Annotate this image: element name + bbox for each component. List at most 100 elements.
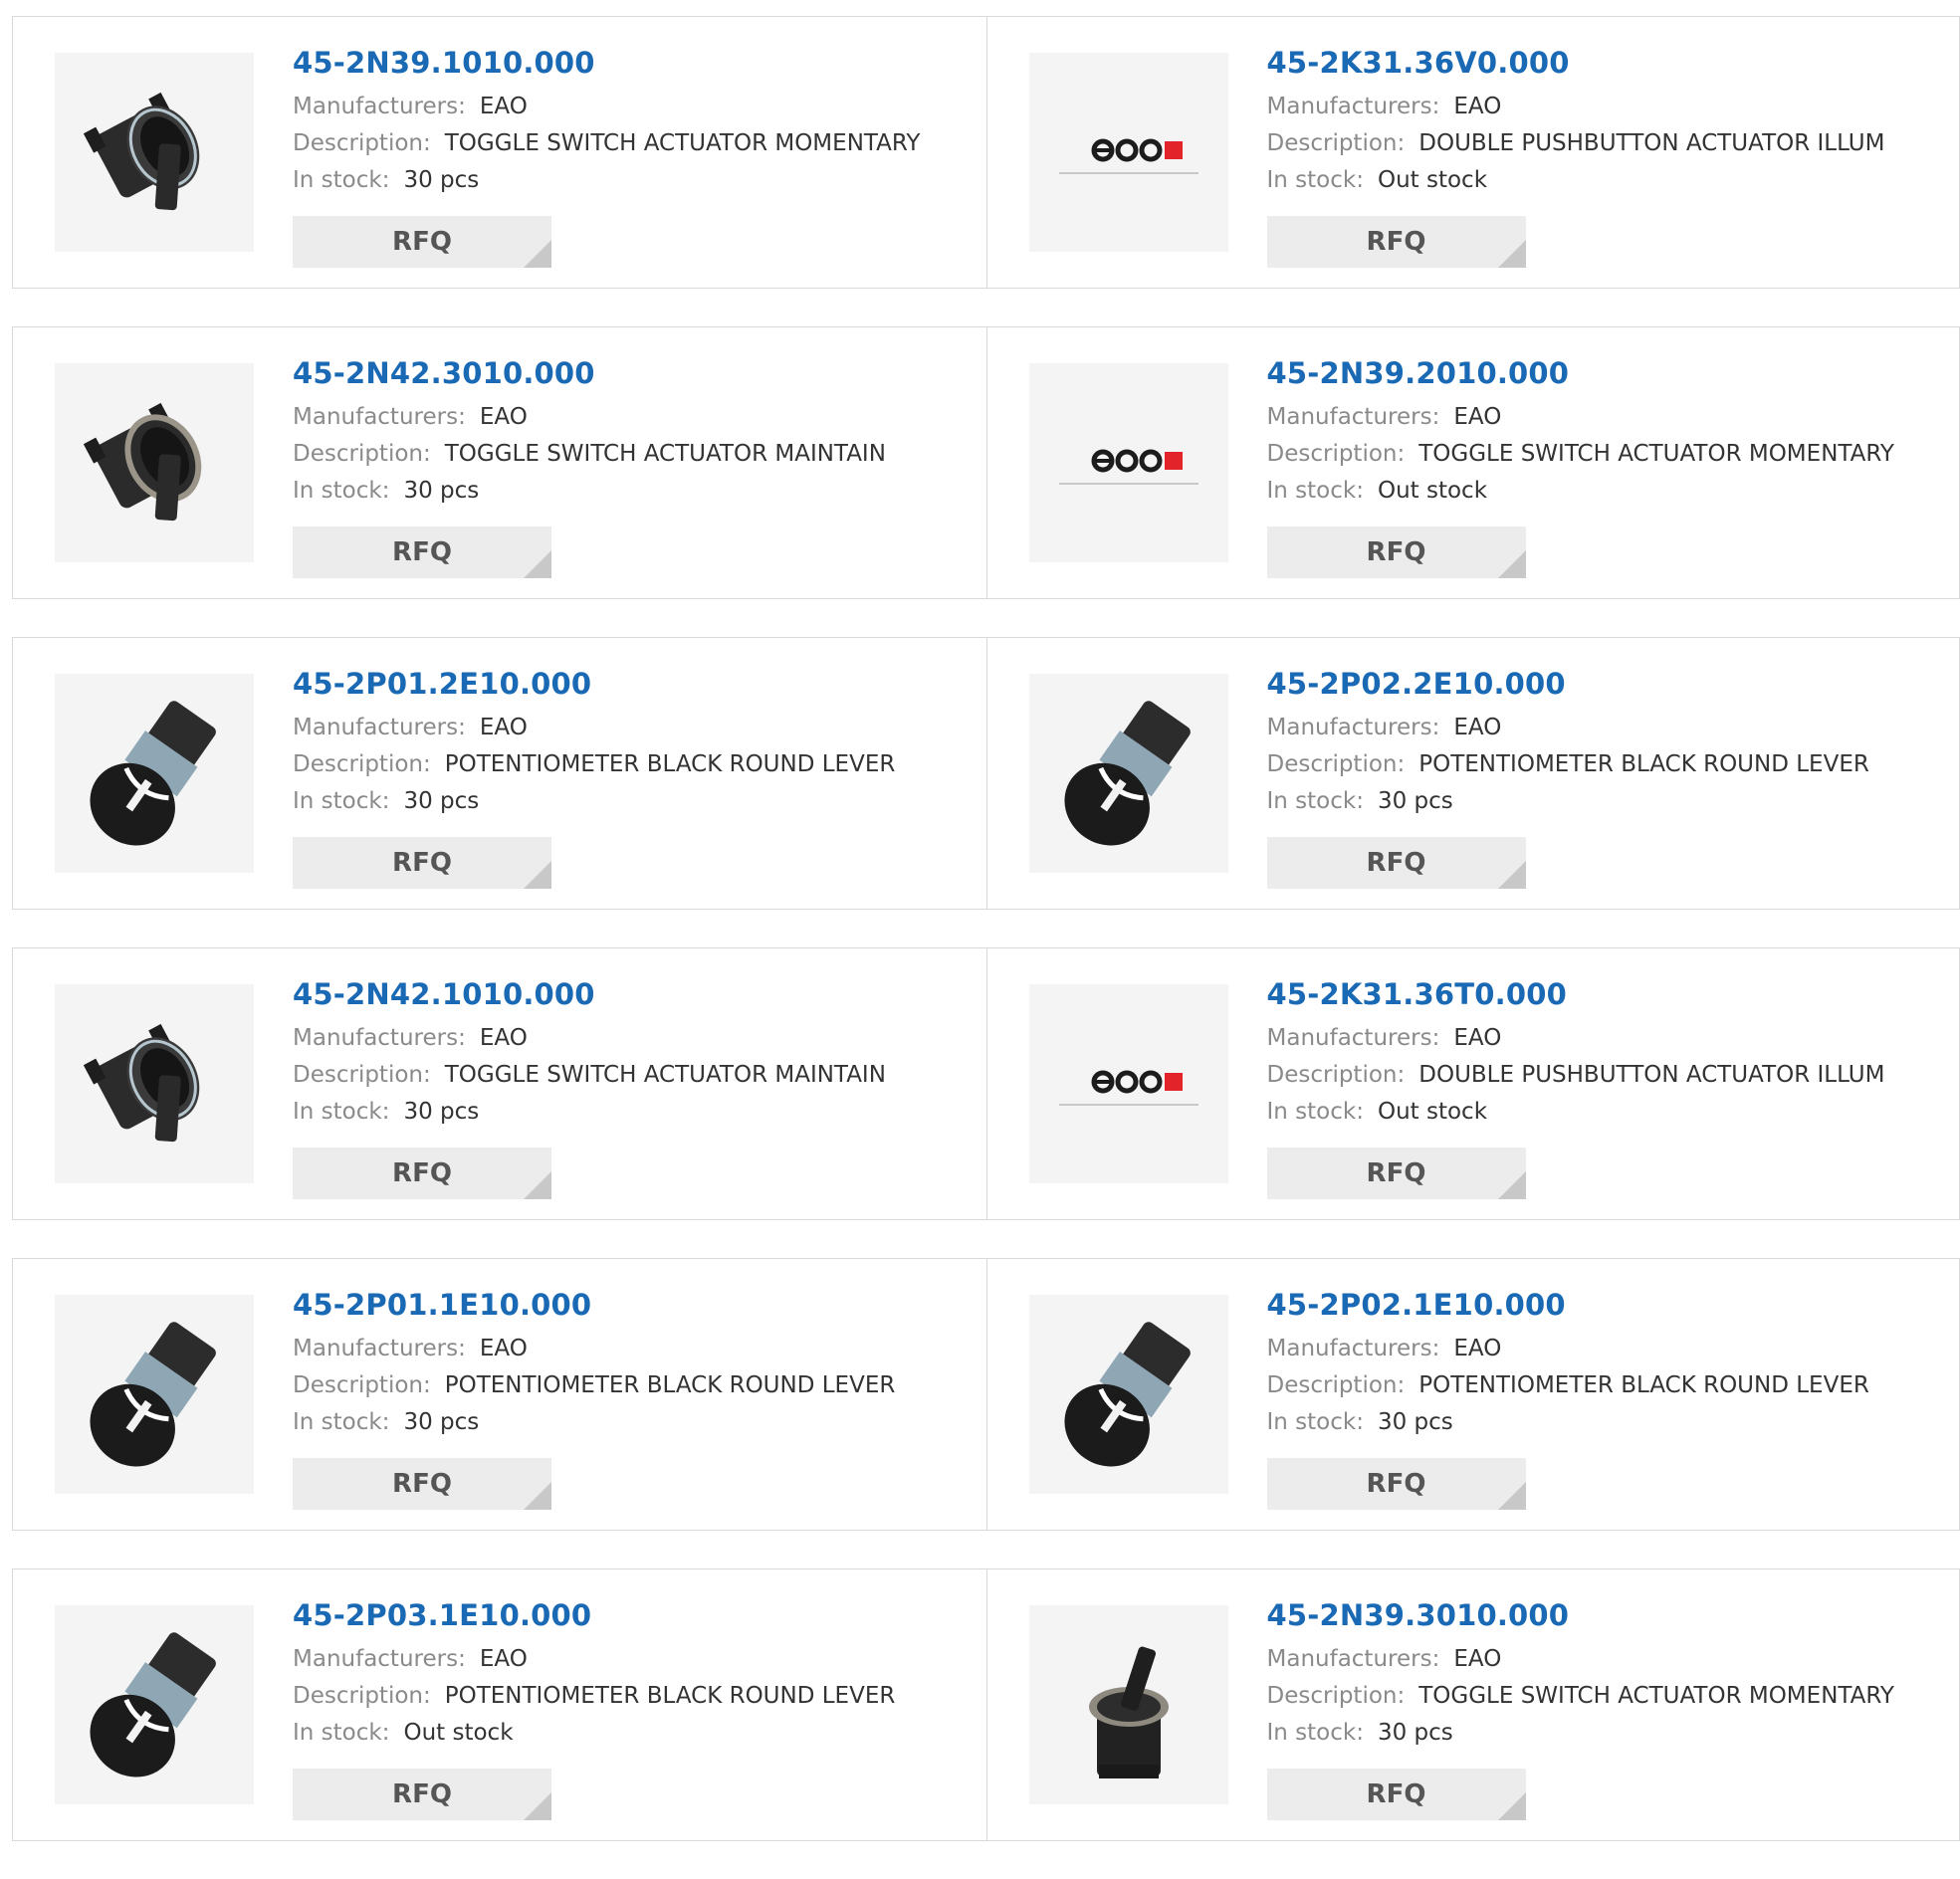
product-info: 45-2P02.1E10.000 Manufacturers: EAO Descrip…	[1267, 1287, 1940, 1441]
part-number-link[interactable]: 45-2P02.2E10.000	[1267, 666, 1940, 702]
part-number-link[interactable]: 45-2P01.1E10.000	[293, 1287, 967, 1323]
rfq-button[interactable]: RFQ	[293, 1458, 551, 1510]
rfq-corner-triangle	[1497, 1171, 1526, 1199]
product-card: 45-2P02.2E10.000 Manufacturers: EAO Descrip…	[985, 638, 1960, 909]
product-image[interactable]	[1028, 363, 1228, 562]
part-number-link[interactable]: 45-2P01.2E10.000	[293, 666, 967, 702]
product-image[interactable]	[55, 1605, 254, 1804]
manufacturer-line: Manufacturers: EAO	[1267, 1331, 1940, 1367]
product-image[interactable]	[1028, 674, 1228, 873]
rfq-corner-triangle	[1497, 1792, 1526, 1820]
product-image[interactable]	[1028, 1295, 1228, 1494]
stock-label: In stock:	[293, 478, 390, 504]
stock-value: 30 pcs	[403, 478, 480, 504]
description-value: POTENTIOMETER BLACK ROUND LEVER	[444, 1372, 896, 1398]
stock-value: 30 pcs	[403, 167, 480, 193]
product-info: 45-2N39.1010.000 Manufacturers: EAO Descrip…	[293, 45, 967, 199]
manufacturer-label: Manufacturers:	[293, 404, 466, 430]
rfq-button[interactable]: RFQ	[293, 526, 551, 578]
rfq-label: RFQ	[1366, 1158, 1426, 1188]
potentiometer-knob-image	[65, 1615, 244, 1794]
manufacturer-line: Manufacturers: EAO	[293, 399, 967, 436]
part-number-link[interactable]: 45-2N39.3010.000	[1267, 1597, 1940, 1633]
rfq-label: RFQ	[1366, 227, 1426, 257]
description-line: Description: POTENTIOMETER BLACK ROUND LE…	[293, 1678, 967, 1715]
product-card: 45-2N42.3010.000 Manufacturers: EAO Descrip…	[13, 327, 986, 598]
description-value: POTENTIOMETER BLACK ROUND LEVER	[444, 751, 896, 777]
product-info: 45-2P01.1E10.000 Manufacturers: EAO Descrip…	[293, 1287, 967, 1441]
stock-value: 30 pcs	[1377, 788, 1453, 814]
rfq-corner-triangle	[1497, 550, 1526, 578]
manufacturer-label: Manufacturers:	[1266, 94, 1440, 119]
description-label: Description:	[1266, 751, 1406, 777]
stock-value: 30 pcs	[403, 788, 480, 814]
description-line: Description: TOGGLE SWITCH ACTUATOR MOMEN…	[1267, 1678, 1940, 1715]
product-image[interactable]	[55, 674, 254, 873]
potentiometer-knob-image	[1039, 684, 1218, 863]
part-number-link[interactable]: 45-2K31.36V0.000	[1267, 45, 1940, 81]
toggle-switch-image	[65, 63, 244, 242]
product-image[interactable]	[55, 53, 254, 252]
part-number-link[interactable]: 45-2P02.1E10.000	[1267, 1287, 1940, 1323]
manufacturer-label: Manufacturers:	[1266, 404, 1440, 430]
product-image[interactable]	[1028, 984, 1228, 1183]
description-label: Description:	[293, 751, 431, 777]
rfq-button[interactable]: RFQ	[293, 1769, 551, 1820]
stock-line: In stock: Out stock	[1267, 162, 1940, 199]
part-number-link[interactable]: 45-2N39.1010.000	[293, 45, 967, 81]
stock-line: In stock: 30 pcs	[293, 473, 967, 510]
product-image[interactable]	[1028, 1605, 1228, 1804]
rfq-button[interactable]: RFQ	[1266, 1458, 1526, 1510]
description-line: Description: TOGGLE SWITCH ACTUATOR MAINT…	[293, 1057, 967, 1094]
manufacturer-label: Manufacturers:	[293, 1336, 466, 1361]
stock-value: 30 pcs	[1377, 1720, 1453, 1746]
manufacturer-value: EAO	[479, 715, 528, 740]
stock-label: In stock:	[1266, 167, 1364, 193]
stock-value: Out stock	[1377, 1099, 1488, 1125]
description-label: Description:	[293, 1683, 431, 1709]
manufacturer-line: Manufacturers: EAO	[293, 1641, 967, 1678]
product-image[interactable]	[55, 984, 254, 1183]
product-image[interactable]	[1028, 53, 1228, 252]
description-value: TOGGLE SWITCH ACTUATOR MAINTAIN	[444, 1062, 886, 1088]
part-number-link[interactable]: 45-2N39.2010.000	[1267, 355, 1940, 391]
description-value: DOUBLE PUSHBUTTON ACTUATOR ILLUM	[1418, 130, 1885, 156]
product-image[interactable]	[55, 363, 254, 562]
rfq-button[interactable]: RFQ	[1266, 216, 1526, 268]
part-number-link[interactable]: 45-2N42.3010.000	[293, 355, 967, 391]
product-row: 45-2N39.1010.000 Manufacturers: EAO Descrip…	[12, 16, 1960, 289]
description-value: POTENTIOMETER BLACK ROUND LEVER	[444, 1683, 896, 1709]
part-number-link[interactable]: 45-2P03.1E10.000	[293, 1597, 967, 1633]
rfq-corner-triangle	[1497, 240, 1526, 268]
product-card: 45-2N39.3010.000 Manufacturers: EAO Descrip…	[985, 1569, 1960, 1840]
rfq-button[interactable]: RFQ	[1266, 526, 1526, 578]
stock-line: In stock: 30 pcs	[293, 1404, 967, 1441]
description-value: POTENTIOMETER BLACK ROUND LEVER	[1418, 1372, 1869, 1398]
description-label: Description:	[293, 130, 431, 156]
rfq-button[interactable]: RFQ	[1266, 1148, 1526, 1199]
toggle-switch-silver-ring-image	[65, 373, 244, 552]
manufacturer-value: EAO	[479, 1025, 528, 1051]
rfq-label: RFQ	[392, 848, 452, 878]
part-number-link[interactable]: 45-2N42.1010.000	[293, 976, 967, 1012]
description-line: Description: DOUBLE PUSHBUTTON ACTUATOR I…	[1267, 1057, 1940, 1094]
product-card: 45-2K31.36T0.000 Manufacturers: EAO Descrip…	[985, 948, 1960, 1219]
manufacturer-value: EAO	[1453, 404, 1502, 430]
rfq-button[interactable]: RFQ	[1266, 1769, 1526, 1820]
product-row: 45-2P03.1E10.000 Manufacturers: EAO Descrip…	[12, 1568, 1960, 1841]
manufacturer-value: EAO	[479, 1646, 528, 1672]
rfq-button[interactable]: RFQ	[1266, 837, 1526, 889]
description-label: Description:	[293, 1372, 431, 1398]
rfq-button[interactable]: RFQ	[293, 837, 551, 889]
rfq-corner-triangle	[1497, 1482, 1526, 1510]
rfq-button[interactable]: RFQ	[293, 216, 551, 268]
description-value: POTENTIOMETER BLACK ROUND LEVER	[1418, 751, 1869, 777]
part-number-link[interactable]: 45-2K31.36T0.000	[1267, 976, 1940, 1012]
product-row: 45-2N42.3010.000 Manufacturers: EAO Descrip…	[12, 326, 1960, 599]
manufacturer-line: Manufacturers: EAO	[1267, 710, 1940, 746]
stock-label: In stock:	[1266, 1099, 1364, 1125]
stock-label: In stock:	[293, 1099, 390, 1125]
rfq-button[interactable]: RFQ	[293, 1148, 551, 1199]
product-image[interactable]	[55, 1295, 254, 1494]
rfq-label: RFQ	[392, 1158, 452, 1188]
